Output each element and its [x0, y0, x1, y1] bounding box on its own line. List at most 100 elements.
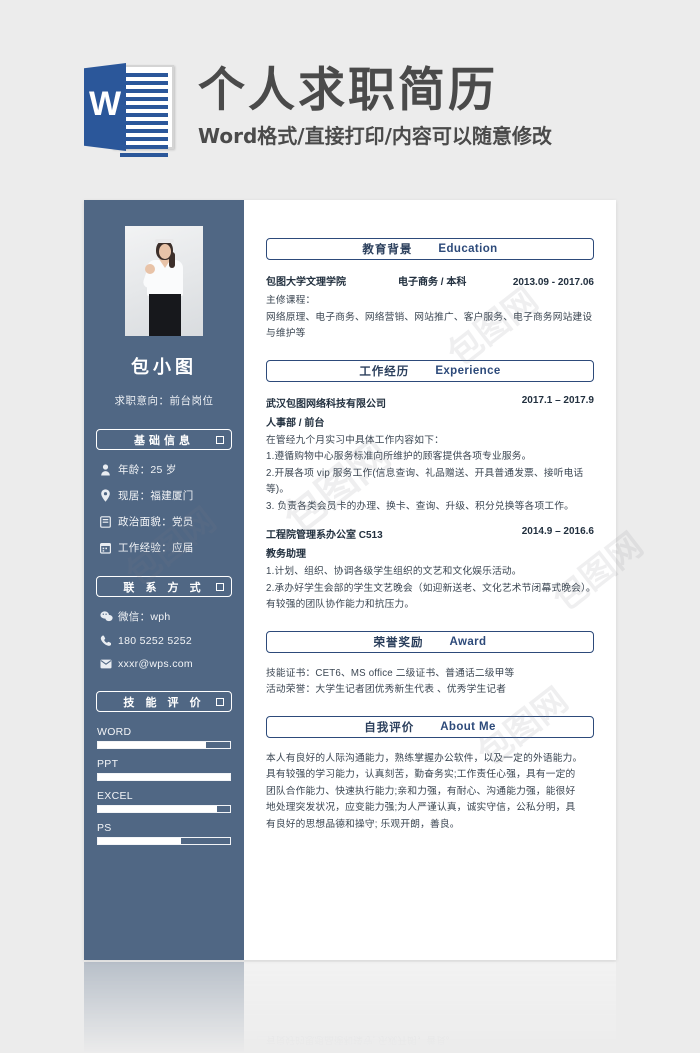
about-line: 本人有良好的人际沟通能力，熟练掌握办公软件，以及一定的外语能力。: [266, 752, 583, 764]
experience-date: 2017.1 – 2017.9: [521, 394, 594, 406]
skill-bar-fill: [98, 838, 182, 844]
experience-date: 2014.9 – 2016.6: [521, 526, 594, 537]
section-title-cn: 教育背景: [362, 244, 413, 256]
word-logo-icon: W: [84, 63, 176, 157]
resume-sidebar: 包小图 求职意向：前台岗位 基础信息 年龄：25 岁 现居：福建厦门 政治面貌：…: [84, 200, 244, 960]
list-item-label: xxxr@wps.com: [118, 658, 193, 670]
skill-label: PPT: [97, 758, 119, 770]
promo-text-block: 个人求职简历 Word格式/直接打印/内容可以随意修改: [198, 65, 552, 149]
contact-list: 微信：wph 180 5252 5252 xxxr@wps.com: [100, 609, 244, 670]
section-title-en: Education: [438, 243, 498, 255]
list-item: 现居：福建厦门: [100, 488, 244, 503]
skill-bar-fill: [98, 742, 207, 748]
skill-bar: [97, 773, 231, 781]
list-item: 微信：wph: [100, 609, 244, 624]
square-icon: [216, 697, 224, 706]
about-line: 有良好的思想品德和操守; 乐观开朗，善良。: [266, 818, 460, 830]
page-reflection: EXCEL PS 团队合作能力、快速执行能力;亲和力强，有耐心、沟通能力强，能很…: [84, 962, 616, 1053]
word-letter: W: [88, 85, 122, 123]
list-item: PPT: [97, 758, 231, 781]
about-line: 团队合作能力、快速执行能力;亲和力强，有耐心、沟通能力强，能很好: [266, 785, 576, 797]
experience-line: 1.遵循购物中心服务标准向所维护的顾客提供各项专业服务。: [266, 451, 532, 462]
experience-role: 人事部 / 前台: [266, 417, 325, 429]
list-item-label: 工作经验：应届: [118, 542, 194, 554]
reflection-text: 有良好的思想品德和操守; 乐观开朗，善良。: [266, 1034, 456, 1045]
candidate-name: 包小图: [131, 357, 197, 377]
experience-line: 2.承办好学生会部的学生文艺晚会（如迎新送老、文化艺术节闭幕式晚会）。 有较强的…: [266, 582, 601, 611]
experience-entry-header: 武汉包图网络科技有限公司 2017.1 – 2017.9: [266, 395, 594, 410]
experience-company: 武汉包图网络科技有限公司: [266, 398, 386, 410]
list-item-label: 年龄：25 岁: [118, 464, 177, 476]
education-courses: 网络原理、电子商务、网络营销、网站推广、客户服务、电子商务网站建设与维护等: [266, 311, 593, 340]
education-entry: 包图大学文理学院 电子商务 / 本科 2013.09 - 2017.06: [266, 273, 594, 288]
resume-page: 包小图 求职意向：前台岗位 基础信息 年龄：25 岁 现居：福建厦门 政治面貌：…: [84, 200, 616, 960]
section-header-experience: 工作经历 Experience: [266, 359, 594, 382]
resume-main: 教育背景 Education 包图大学文理学院 电子商务 / 本科 2013.0…: [244, 200, 616, 960]
list-item: 180 5252 5252: [100, 635, 244, 647]
education-courses-label: 主修课程：: [266, 295, 316, 306]
award-line: 技能证书：CET6、MS office 二级证书、普通话二级甲等: [266, 667, 515, 679]
section-title-cn: 荣誉奖励: [373, 636, 424, 649]
section-header-education: 教育背景 Education: [266, 238, 594, 260]
experience-line: 1.计划、组织、协调各级学生组织的文艺和文化娱乐活动。: [266, 566, 522, 577]
basic-info-list: 年龄：25 岁 现居：福建厦门 政治面貌：党员 工作经验：应届: [100, 462, 244, 555]
list-item-label: 现居：福建厦门: [118, 490, 194, 502]
square-icon: [216, 582, 224, 591]
list-item-label: 政治面貌：党员: [118, 516, 194, 528]
sidebar-section-basic-info: 基础信息: [96, 429, 232, 450]
about-line: 具有较强的学习能力，认真刻苦，勤奋务实;工作责任心强，具有一定的: [266, 769, 576, 780]
section-header-award: 荣誉奖励 Award: [266, 630, 594, 653]
word-lines-shape: [120, 73, 168, 161]
skills-list: WORD PPT EXCEL PS: [97, 726, 231, 845]
education-major: 电子商务 / 本科: [398, 277, 467, 288]
list-item: 工作经验：应届: [100, 540, 244, 555]
promo-title: 个人求职简历: [198, 63, 498, 118]
experience-entry-header: 工程院管理系办公室 C513 2014.9 – 2016.6: [266, 526, 594, 541]
list-item: WORD: [97, 726, 231, 749]
list-item: PS: [97, 822, 231, 845]
section-education: 教育背景 Education 包图大学文理学院 电子商务 / 本科 2013.0…: [266, 238, 594, 343]
education-school: 包图大学文理学院: [266, 277, 346, 288]
section-experience: 工作经历 Experience 武汉包图网络科技有限公司 2017.1 – 20…: [266, 359, 601, 614]
sidebar-section-basic-info-label: 基础信息: [134, 434, 194, 447]
list-item: xxxr@wps.com: [100, 658, 244, 670]
experience-line: 3. 负责各类会员卡的办理、换卡、查询、升级、积分兑换等各项工作。: [266, 500, 574, 512]
list-item: 政治面貌：党员: [100, 514, 244, 529]
section-header-about: 自我评价 About Me: [266, 715, 594, 738]
sidebar-section-contact: 联 系 方 式: [96, 576, 232, 597]
award-line: 活动荣誉：大学生记者团优秀新生代表 、优秀学生记者: [266, 684, 507, 695]
experience-role: 教务助理: [266, 549, 306, 560]
skill-bar: [97, 805, 231, 813]
about-line: 地处理突发状况，应变能力强;为人严谨认真，诚实守信，公私分明，具: [266, 802, 576, 813]
section-title-cn: 自我评价: [364, 721, 415, 734]
idcard-icon: [100, 515, 118, 528]
list-item-label: 180 5252 5252: [118, 635, 192, 647]
education-date: 2013.09 - 2017.06: [512, 277, 594, 288]
sidebar-section-skills-label: 技 能 评 价: [123, 696, 205, 709]
section-title-cn: 工作经历: [359, 365, 410, 378]
phone-icon: [100, 635, 118, 647]
sidebar-section-contact-label: 联 系 方 式: [123, 581, 205, 594]
promo-header: W 个人求职简历 Word格式/直接打印/内容可以随意修改: [0, 52, 700, 162]
skill-bar-fill: [98, 806, 217, 812]
section-title-en: Award: [449, 635, 487, 648]
list-item: EXCEL: [97, 790, 231, 813]
location-icon: [100, 489, 118, 502]
skill-bar-fill: [98, 774, 230, 780]
promo-subtitle: Word格式/直接打印/内容可以随意修改: [198, 124, 552, 148]
section-title-en: About Me: [440, 720, 496, 733]
skill-label: EXCEL: [97, 790, 133, 802]
experience-entry: 武汉包图网络科技有限公司 2017.1 – 2017.9 人事部 / 前台 在管…: [266, 395, 594, 516]
section-about: 自我评价 About Me 本人有良好的人际沟通能力，熟练掌握办公软件，以及一定…: [266, 715, 594, 834]
experience-company: 工程院管理系办公室 C513: [266, 530, 383, 541]
person-icon: [100, 463, 118, 476]
skill-label: PS: [97, 822, 112, 834]
sidebar-section-skills: 技 能 评 价: [96, 691, 232, 712]
skill-label: WORD: [97, 726, 132, 738]
wechat-icon: [100, 611, 118, 622]
calendar-icon: [100, 542, 118, 554]
avatar: [125, 226, 203, 336]
experience-line: 在管经九个月实习中具体工作内容如下：: [266, 434, 444, 446]
skill-bar: [97, 741, 231, 749]
section-award: 荣誉奖励 Award 技能证书：CET6、MS office 二级证书、普通话二…: [266, 630, 594, 699]
